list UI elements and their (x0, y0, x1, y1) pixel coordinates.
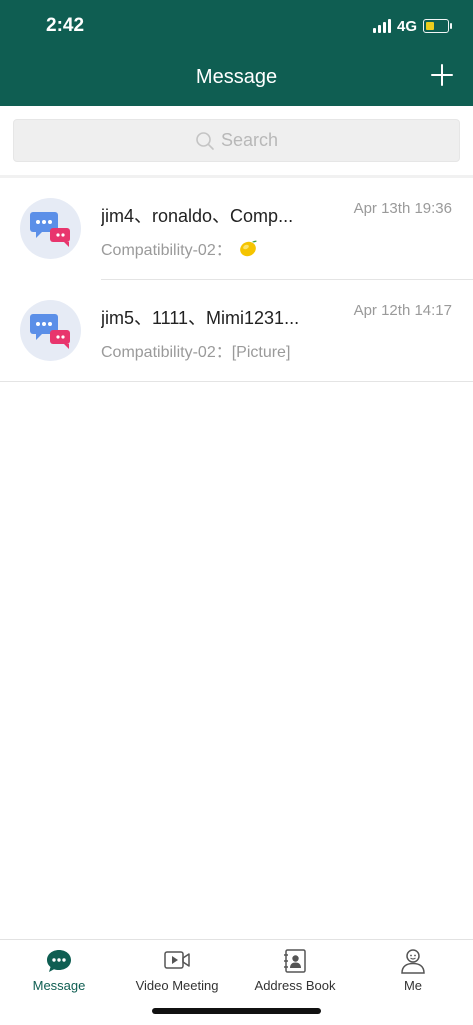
nav-label: Me (403, 978, 423, 993)
group-chat-icon (30, 314, 70, 349)
home-indicator (152, 1008, 321, 1014)
nav-label: Video Meeting (135, 978, 219, 993)
conversation-time: Apr 13th 19:36 (353, 200, 452, 217)
conversation-name: jim5、1111、Mimi1231... (101, 308, 300, 328)
status-indicators: 4G (372, 16, 452, 36)
status-time: 2:42 (46, 15, 85, 36)
conversation-name: jim4、ronaldo、Comp... (101, 206, 294, 226)
search-icon (196, 131, 214, 150)
conversation-preview: Compatibility-02： (101, 236, 258, 260)
nav-label: Address Book (254, 978, 336, 993)
conversation-preview: Compatibility-02：[Picture] (101, 338, 290, 362)
lemon-emoji-icon (239, 240, 257, 257)
preview-text: Compatibility-02： (101, 242, 232, 259)
conversation-item[interactable]: jim4、ronaldo、Comp... Apr 13th 19:36 Comp… (0, 178, 473, 280)
network-label: 4G (396, 17, 417, 35)
group-chat-avatar (20, 300, 81, 361)
group-chat-icon (30, 212, 70, 247)
battery-icon (423, 19, 452, 33)
nav-label: Message (32, 978, 86, 993)
top-bar: 2:42 4G Message (0, 0, 473, 106)
group-chat-avatar (20, 198, 81, 259)
divider (0, 381, 473, 382)
signal-icon (372, 19, 391, 33)
nav-item-address-book[interactable]: Address Book (236, 940, 354, 1000)
conversation-item[interactable]: jim5、1111、Mimi1231... Apr 12th 14:17 Com… (0, 280, 473, 382)
me-icon (401, 949, 425, 974)
search-placeholder: Search (220, 130, 279, 150)
search-area: Search (0, 106, 473, 176)
address-book-icon (284, 949, 306, 973)
video-meeting-icon (164, 951, 190, 969)
page-title: Message (195, 66, 278, 88)
search-input[interactable]: Search (13, 119, 460, 162)
preview-text: Compatibility-02：[Picture] (101, 344, 291, 361)
nav-item-me[interactable]: Me (354, 940, 472, 1000)
nav-item-message[interactable]: Message (0, 940, 118, 1000)
conversation-time: Apr 12th 14:17 (353, 302, 452, 319)
message-icon (47, 950, 71, 972)
add-icon[interactable] (429, 62, 455, 88)
nav-item-video-meeting[interactable]: Video Meeting (118, 940, 236, 1000)
